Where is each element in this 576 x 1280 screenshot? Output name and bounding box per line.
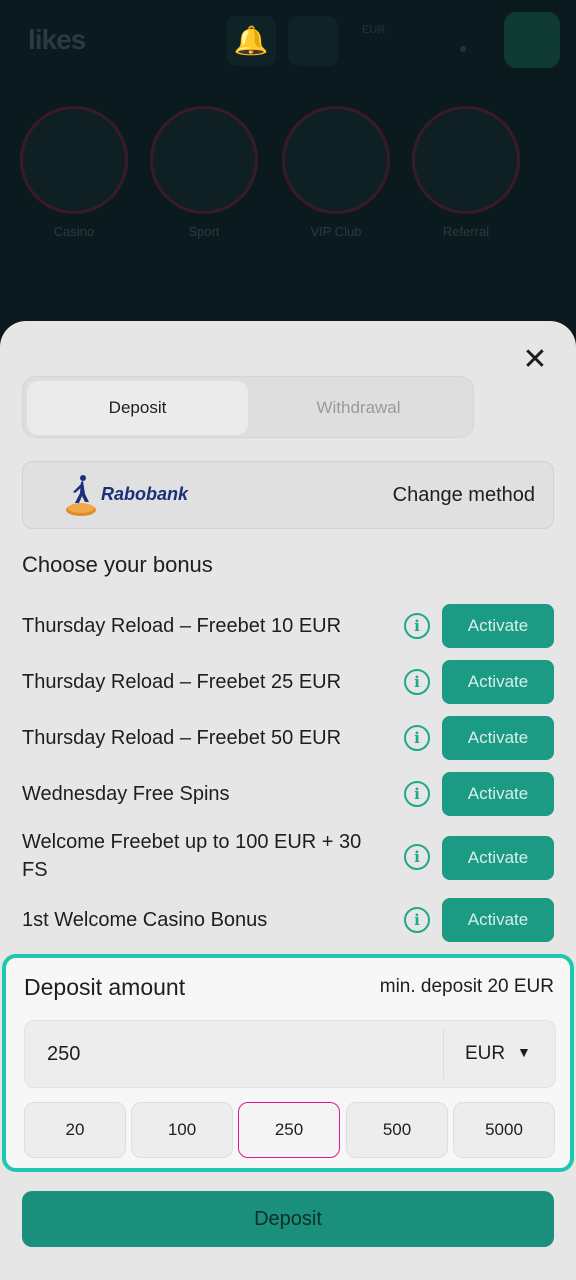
bonus-name: Thursday Reload – Freebet 50 EUR — [22, 727, 342, 749]
flag-icon[interactable] — [288, 16, 338, 66]
info-icon[interactable]: i — [404, 613, 430, 639]
chevron-down-icon: ▼ — [517, 1044, 531, 1060]
bonus-name: Welcome Freebet up to 100 EUR + 30 FS — [22, 831, 362, 881]
app-logo: likes — [28, 24, 86, 55]
top-bar: likes 🔔 EUR — [0, 10, 576, 70]
activate-button[interactable]: Activate — [442, 660, 554, 704]
wallet-button[interactable] — [504, 12, 560, 68]
info-icon[interactable]: i — [404, 725, 430, 751]
payment-method-card[interactable]: Rabobank Change method — [22, 461, 554, 529]
casino-icon — [20, 106, 128, 214]
quick-amount-button-selected[interactable]: 250 — [238, 1102, 340, 1158]
deposit-amount-title: Deposit amount — [24, 974, 186, 1000]
activate-button[interactable]: Activate — [442, 898, 554, 942]
bell-icon[interactable]: 🔔 — [226, 16, 276, 66]
quick-amount-button[interactable]: 500 — [346, 1102, 448, 1158]
rabobank-logo-icon — [66, 475, 96, 516]
activate-button[interactable]: Activate — [442, 716, 554, 760]
category-label: Referral — [442, 224, 490, 239]
tab-switcher: Deposit Withdrawal — [22, 376, 474, 438]
amount-field: EUR ▼ — [24, 1020, 556, 1088]
info-icon[interactable]: i — [404, 669, 430, 695]
quick-amount-button[interactable]: 5000 — [453, 1102, 555, 1158]
change-method-link[interactable]: Change method — [393, 484, 535, 507]
category-label: VIP Club — [310, 224, 362, 239]
category-vip-club[interactable]: VIP Club — [280, 106, 392, 239]
chevron-down-icon[interactable] — [460, 46, 466, 52]
bonus-name: 1st Welcome Casino Bonus — [22, 909, 268, 931]
tab-deposit[interactable]: Deposit — [27, 381, 248, 435]
activate-button[interactable]: Activate — [442, 836, 554, 880]
deposit-button[interactable]: Deposit — [22, 1191, 554, 1247]
deposit-amount-panel: Deposit amount min. deposit 20 EUR EUR ▼… — [2, 954, 574, 1172]
category-label: Casino — [53, 224, 95, 239]
activate-button[interactable]: Activate — [442, 772, 554, 816]
amount-input[interactable] — [47, 1021, 427, 1087]
quick-amount-button[interactable]: 100 — [131, 1102, 233, 1158]
bonus-name: Thursday Reload – Freebet 10 EUR — [22, 615, 342, 637]
info-icon[interactable]: i — [404, 907, 430, 933]
category-label: Sport — [188, 224, 220, 239]
quick-amount-button[interactable]: 20 — [24, 1102, 126, 1158]
info-icon[interactable]: i — [404, 781, 430, 807]
close-icon[interactable]: ✕ — [518, 343, 552, 377]
currency-label: EUR — [465, 1043, 506, 1064]
currency-select[interactable]: EUR ▼ — [445, 1021, 557, 1087]
sport-icon — [150, 106, 258, 214]
vip-club-icon — [282, 106, 390, 214]
tab-withdrawal[interactable]: Withdrawal — [248, 381, 469, 435]
activate-button[interactable]: Activate — [442, 604, 554, 648]
field-divider — [443, 1029, 444, 1079]
category-referral[interactable]: Referral — [410, 106, 522, 239]
balance-currency: EUR — [362, 24, 386, 36]
bonus-name: Thursday Reload – Freebet 25 EUR — [22, 671, 342, 693]
bonus-heading: Choose your bonus — [22, 552, 213, 577]
background-app: likes 🔔 EUR Casino Sport VIP Club Referr… — [0, 0, 576, 360]
info-icon[interactable]: i — [404, 844, 430, 870]
category-carousel: Casino Sport VIP Club Referral — [18, 106, 576, 246]
bank-name: Rabobank — [101, 484, 189, 504]
category-casino[interactable]: Casino — [18, 106, 130, 239]
category-sport[interactable]: Sport — [148, 106, 260, 239]
bonus-name: Wednesday Free Spins — [22, 783, 230, 805]
min-deposit-label: min. deposit 20 EUR — [379, 976, 554, 997]
referral-icon — [412, 106, 520, 214]
